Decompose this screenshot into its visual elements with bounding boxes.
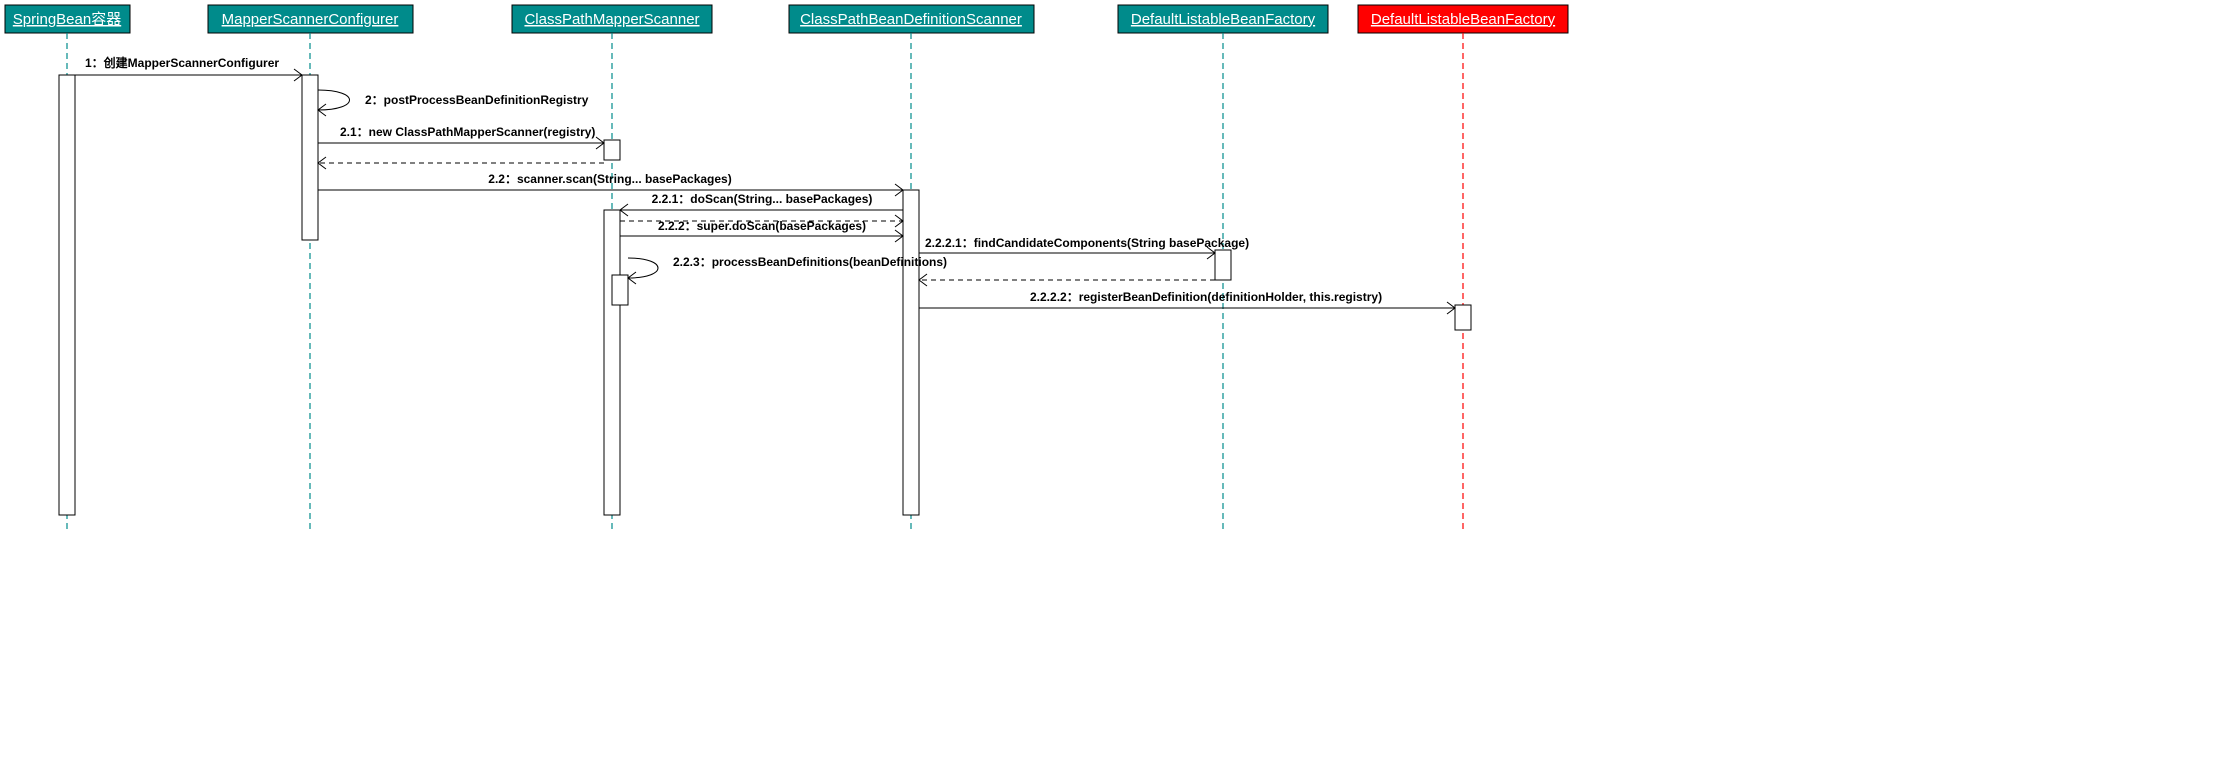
message-2-2-2-2-label: 2.2.2.2：registerBeanDefinition(definitio… bbox=[1030, 290, 1382, 304]
participant-defaultlistablebeanfactory1: DefaultListableBeanFactory bbox=[1118, 5, 1328, 33]
message-2-1: 2.1：new ClassPathMapperScanner(registry) bbox=[318, 125, 604, 149]
participant-springbean: SpringBean容器 bbox=[5, 5, 130, 33]
return-2-2-2-1 bbox=[919, 274, 1215, 286]
activation-p1 bbox=[59, 75, 75, 515]
message-2-2-2-label: 2.2.2：super.doScan(basePackages) bbox=[658, 219, 866, 233]
participant-defaultlistablebeanfactory2: DefaultListableBeanFactory bbox=[1358, 5, 1568, 33]
message-2-2-2-2: 2.2.2.2：registerBeanDefinition(definitio… bbox=[919, 290, 1455, 314]
message-2-2-3-label: 2.2.3：processBeanDefinitions(beanDefinit… bbox=[673, 255, 947, 269]
participant-springbean-label: SpringBean容器 bbox=[13, 11, 121, 28]
message-2-2-1-label: 2.2.1：doScan(String... basePackages) bbox=[652, 192, 873, 206]
message-2-2-label: 2.2：scanner.scan(String... basePackages) bbox=[488, 172, 731, 186]
message-2-2-2-1-label: 2.2.2.1：findCandidateComponents(String b… bbox=[925, 236, 1249, 250]
participant-classpathbeandefscanner: ClassPathBeanDefinitionScanner bbox=[789, 5, 1034, 33]
activation-p3b bbox=[604, 210, 620, 515]
return-2-1 bbox=[318, 157, 604, 169]
activation-p3c bbox=[612, 275, 628, 305]
activation-p2 bbox=[302, 75, 318, 240]
activation-p6 bbox=[1455, 305, 1471, 330]
message-2-label: 2：postProcessBeanDefinitionRegistry bbox=[365, 93, 589, 107]
message-2-2-3: 2.2.3：processBeanDefinitions(beanDefinit… bbox=[628, 255, 947, 284]
message-2: 2：postProcessBeanDefinitionRegistry bbox=[318, 90, 589, 116]
activation-p4 bbox=[903, 190, 919, 515]
participant-cpms-label: ClassPathMapperScanner bbox=[524, 11, 699, 28]
participant-msc-label: MapperScannerConfigurer bbox=[222, 11, 399, 28]
participant-mapperscannerconfigurer: MapperScannerConfigurer bbox=[208, 5, 413, 33]
participant-dlbf1-label: DefaultListableBeanFactory bbox=[1131, 11, 1316, 28]
participant-dlbf2-label: DefaultListableBeanFactory bbox=[1371, 11, 1556, 28]
message-2-2-2-1: 2.2.2.1：findCandidateComponents(String b… bbox=[919, 236, 1249, 259]
message-2-2-1: 2.2.1：doScan(String... basePackages) bbox=[620, 192, 903, 216]
activation-p3a bbox=[604, 140, 620, 160]
participant-classpathmapperscanner: ClassPathMapperScanner bbox=[512, 5, 712, 33]
message-1: 1：创建MapperScannerConfigurer bbox=[75, 55, 302, 81]
sequence-diagram: SpringBean容器 MapperScannerConfigurer Cla… bbox=[0, 0, 2222, 758]
message-2-2-2: 2.2.2：super.doScan(basePackages) bbox=[620, 219, 903, 242]
message-1-label: 1：创建MapperScannerConfigurer bbox=[85, 55, 279, 70]
activation-p5 bbox=[1215, 250, 1231, 280]
participant-cpbds-label: ClassPathBeanDefinitionScanner bbox=[800, 11, 1022, 28]
message-2-1-label: 2.1：new ClassPathMapperScanner(registry) bbox=[340, 125, 595, 139]
